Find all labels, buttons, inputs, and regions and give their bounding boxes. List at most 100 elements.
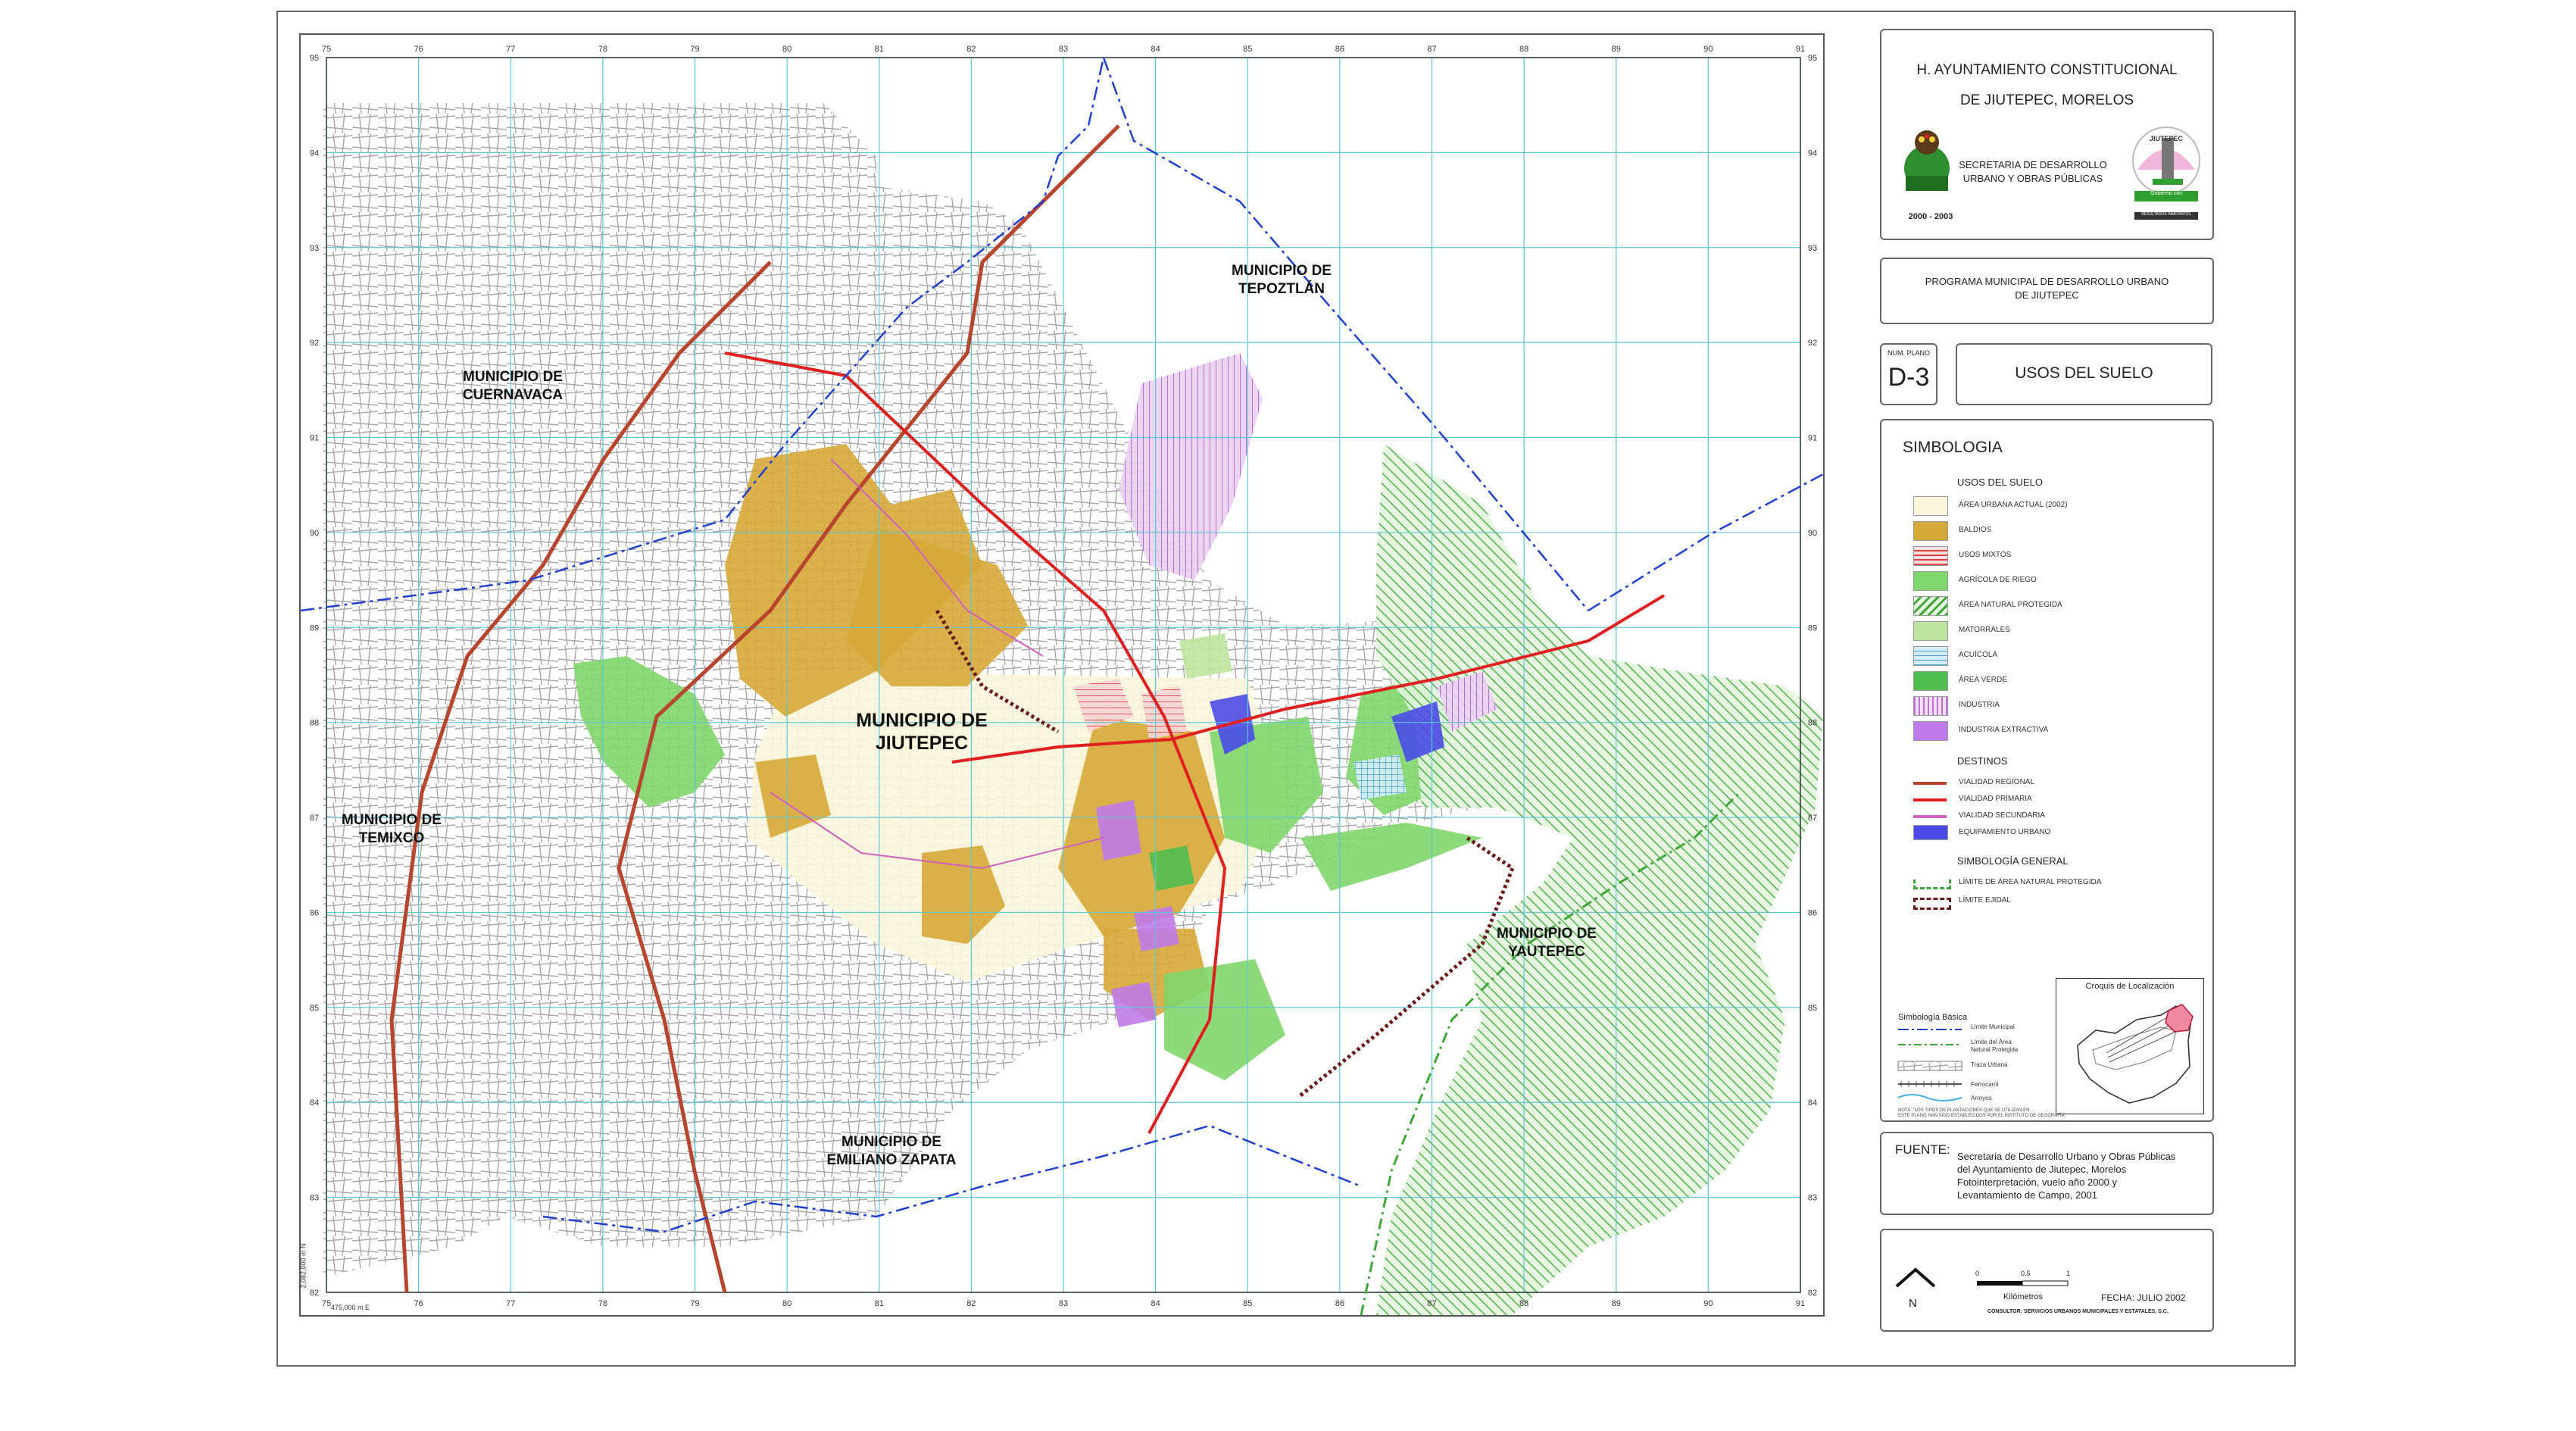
grid-label-bottom: 87 bbox=[1427, 1299, 1436, 1308]
grid-label-left: 94 bbox=[310, 148, 319, 158]
destinos-heading: DESTINOS bbox=[1957, 755, 2008, 767]
fuente-line: Levantamiento de Campo, 2001 bbox=[1957, 1189, 2098, 1201]
legend-label: ÁREA NATURAL PROTEGIDA bbox=[1959, 601, 2062, 609]
label-jiutepec: MUNICIPIO DE JIUTEPEC bbox=[856, 710, 988, 754]
jiutepec-logo bbox=[2132, 127, 2200, 220]
grid-label-left: 92 bbox=[310, 339, 319, 348]
program-panel: PROGRAMA MUNICIPAL DE DESARROLLO URBANO … bbox=[1880, 258, 2214, 324]
land-use-map: 75 75 76 76 77 77 78 78 79 79 80 80 81 81 82 82 83 83 84 84… bbox=[301, 35, 1823, 1315]
grid-label-right: 86 bbox=[1808, 908, 1817, 917]
fuente-line: Fotointerpretación, vuelo año 2000 y bbox=[1957, 1176, 2118, 1188]
basica-label: Traza Urbana bbox=[1971, 1061, 2008, 1068]
north-arrow-icon bbox=[1895, 1267, 1936, 1288]
basica-label: Ferrocarril bbox=[1971, 1081, 1999, 1088]
grid-label-right: 82 bbox=[1808, 1289, 1817, 1298]
label-tepoztlan: MUNICIPIO DE TEPOZTLÁN bbox=[1232, 263, 1332, 297]
grid-label-top: 76 bbox=[414, 45, 423, 54]
grid-label-right: 87 bbox=[1808, 814, 1817, 823]
legend-swatch bbox=[1913, 596, 1948, 616]
fuente-panel: FUENTE: Secretaria de Desarrollo Urbano … bbox=[1880, 1132, 2214, 1215]
plano-number: D-3 bbox=[1888, 363, 1930, 392]
grid-label-bottom: 79 bbox=[690, 1299, 699, 1308]
grid-label-right: 83 bbox=[1808, 1194, 1817, 1203]
grid-label-left: 91 bbox=[310, 434, 319, 443]
legend-swatch bbox=[1913, 880, 1951, 889]
grid-label-bottom: 81 bbox=[875, 1299, 884, 1308]
grid-label-left: 83 bbox=[310, 1194, 319, 1203]
grid-label-left: 93 bbox=[310, 244, 319, 253]
grid-label-top: 89 bbox=[1612, 45, 1621, 54]
legend-label: INDUSTRIA bbox=[1959, 701, 2000, 709]
grid-label-left: 89 bbox=[310, 623, 319, 633]
scale-panel: N 0 0.5 1 Kilómetros FECHA: JULIO 2002 CON… bbox=[1880, 1229, 2214, 1332]
basica-label: Límite Municipal bbox=[1971, 1023, 2015, 1030]
legend-swatch bbox=[1913, 521, 1948, 541]
period-label: 2000 - 2003 bbox=[1908, 212, 1953, 221]
extractive-2 bbox=[1096, 800, 1141, 861]
grid-label-left: 90 bbox=[310, 529, 319, 538]
legend-swatch bbox=[1913, 546, 1948, 566]
grid-label-bottom: 86 bbox=[1335, 1299, 1344, 1308]
matorrales-1 bbox=[1179, 633, 1232, 679]
legend-label: ÁREA URBANA ACTUAL (2002) bbox=[1959, 501, 2068, 509]
grid-label-top: 77 bbox=[506, 45, 515, 54]
jiutepec-logo-sub: Gobierno con bbox=[2150, 191, 2183, 196]
legend-swatch bbox=[1913, 621, 1948, 641]
secretaria-line2: URBANO Y OBRAS PÚBLICAS bbox=[1962, 173, 2103, 184]
label-cuernavaca: MUNICIPIO DE CUERNAVACA bbox=[462, 369, 564, 403]
general-heading: SIMBOLOGÍA GENERAL bbox=[1957, 855, 2069, 867]
croquis-heading: Croquis de Localización bbox=[2085, 982, 2175, 991]
scale-bar-graphic bbox=[1977, 1280, 2069, 1286]
grid-label-right: 95 bbox=[1808, 54, 1817, 63]
legend-label: AGRÍCOLA DE RIEGO bbox=[1959, 576, 2037, 584]
legend-label: VIALIDAD SECUNDARIA bbox=[1959, 811, 2045, 820]
grid-label-top: 78 bbox=[598, 45, 607, 54]
legend-label: VIALIDAD REGIONAL bbox=[1959, 778, 2035, 786]
basica-heading: Simbología Básica bbox=[1898, 1013, 1968, 1022]
usos-heading: USOS DEL SUELO bbox=[1957, 476, 2043, 488]
title-panel: H. AYUNTAMIENTO CONSTITUCIONAL DE JIUTEP… bbox=[1880, 29, 2214, 240]
label-temixco: MUNICIPIO DE TEMIXCO bbox=[342, 812, 442, 846]
legend-label: VIALIDAD PRIMARIA bbox=[1959, 795, 2032, 803]
grid-label-right: 88 bbox=[1808, 719, 1817, 728]
croquis-box: Croquis de Localización bbox=[2056, 978, 2204, 1114]
side-coordinate: 2,082,000 m N bbox=[299, 1243, 308, 1289]
scale-bar: 0 0.5 1 Kilómetros bbox=[1975, 1270, 2071, 1301]
symbology-panel: SIMBOLOGIA USOS DEL SUELO ÁREA URBANA AC… bbox=[1880, 419, 2214, 1122]
scale-tick: 0.5 bbox=[2021, 1270, 2031, 1277]
grid-label-right: 91 bbox=[1808, 434, 1817, 443]
legend-label: ACUÍCOLA bbox=[1959, 651, 1998, 659]
label-yautepec: MUNICIPIO DE YAUTEPEC bbox=[1497, 926, 1597, 960]
grid-label-top: 86 bbox=[1335, 45, 1344, 54]
grid-label-left: 95 bbox=[310, 54, 319, 63]
fecha-label: FECHA: JULIO 2002 bbox=[2101, 1292, 2186, 1303]
grid-label-top: 81 bbox=[875, 45, 884, 54]
legend-swatch bbox=[1913, 671, 1948, 691]
grid-label-bottom: 75 bbox=[322, 1299, 331, 1308]
grid-label-top: 90 bbox=[1703, 45, 1713, 54]
basica-symbols bbox=[1897, 1029, 1962, 1101]
grid-label-bottom: 78 bbox=[598, 1299, 607, 1308]
plano-title-box: USOS DEL SUELO bbox=[1956, 343, 2212, 405]
grid-label-right: 85 bbox=[1808, 1004, 1817, 1013]
acuicola-pond bbox=[1354, 755, 1407, 800]
location-sketch-map bbox=[2077, 1004, 2194, 1104]
grid-label-right: 84 bbox=[1808, 1098, 1817, 1108]
plano-number-box: NUM. PLANO D-3 bbox=[1880, 343, 1937, 405]
plano-label: NUM. PLANO bbox=[1887, 349, 1930, 357]
grid-label-top: 75 bbox=[322, 45, 331, 54]
grid-label-bottom: 90 bbox=[1703, 1299, 1713, 1308]
extractive-3 bbox=[1111, 982, 1157, 1027]
corner-coordinate: 475,000 m E bbox=[331, 1304, 370, 1311]
grid-label-bottom: 84 bbox=[1151, 1299, 1160, 1308]
grid-label-top: 91 bbox=[1796, 45, 1805, 54]
grid-label-bottom: 76 bbox=[414, 1299, 423, 1308]
grid-label-right: 90 bbox=[1808, 529, 1817, 538]
grid-label-left: 88 bbox=[310, 719, 319, 728]
legend-swatch bbox=[1913, 696, 1948, 716]
grid-label-bottom: 83 bbox=[1059, 1299, 1068, 1308]
grid-label-left: 86 bbox=[310, 908, 319, 917]
grid-label-top: 85 bbox=[1243, 45, 1252, 54]
basica-label: Límite del Área Natural Protegida bbox=[1971, 1039, 2019, 1053]
ayuntamiento-title: H. AYUNTAMIENTO CONSTITUCIONAL bbox=[1916, 62, 2178, 78]
